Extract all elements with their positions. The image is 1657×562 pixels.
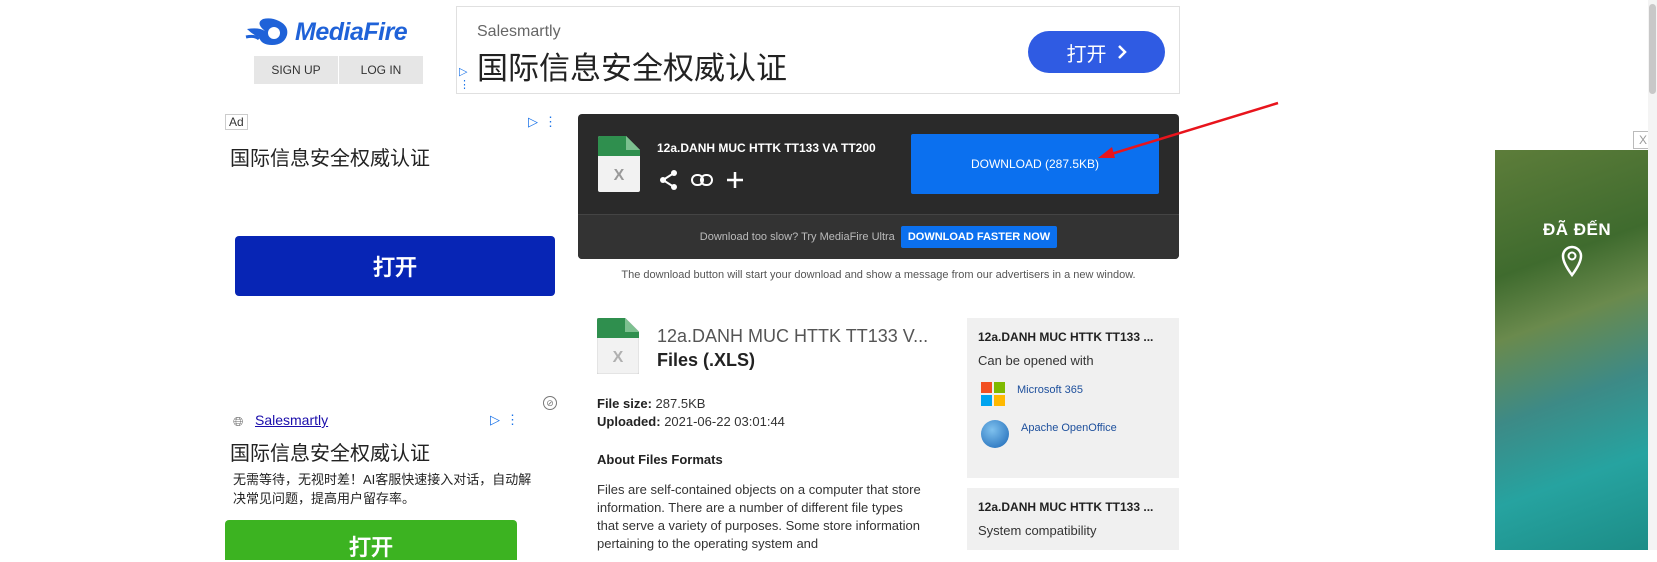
log-in-button[interactable]: LOG IN <box>339 56 423 84</box>
ad-body: 无需等待，无视时差！AI客服快速接入对话，自动解决常见问题，提高用户留存率。 <box>233 472 532 506</box>
open-with-panel: 12a.DANH MUC HTTK TT133 ... Can be opene… <box>967 318 1179 478</box>
sign-up-button[interactable]: SIGN UP <box>254 56 338 84</box>
top-banner-ad[interactable]: Salesmartly 国际信息安全权威认证 打开 ▷ ⋮ <box>456 6 1180 94</box>
uploaded-label: Uploaded: <box>597 414 661 429</box>
left-sidebar-ad: Ad ▷⋮ 国际信息安全权威认证 打开 ⊘ 🌐︎ Salesmartly ▷⋮ … <box>225 112 563 560</box>
uploaded-row: Uploaded: 2021-06-22 03:01:44 <box>597 414 785 429</box>
panel-subtitle: System compatibility <box>978 523 1097 538</box>
download-note: The download button will start your down… <box>621 269 1136 281</box>
chevron-right-icon <box>1117 45 1127 59</box>
link-icon[interactable] <box>691 169 713 191</box>
ad-open-button[interactable]: 打开 <box>235 236 555 296</box>
globe-icon: 🌐︎ <box>233 414 244 429</box>
adchoices-icon[interactable]: ▷⋮ <box>490 412 525 428</box>
mediafire-logo[interactable]: MediaFire <box>245 14 425 50</box>
ad-headline: 国际信息安全权威认证 <box>230 443 430 465</box>
download-card: X 12a.DANH MUC HTTK TT133 VA TT200 DOWNL… <box>578 114 1179 259</box>
right-sidebar-ad[interactable]: ĐÃ ĐẾN <box>1495 150 1657 550</box>
share-icon[interactable] <box>658 169 680 191</box>
slow-download-text: Download too slow? Try MediaFire Ultra <box>699 231 895 243</box>
about-heading: About Files Formats <box>597 452 723 467</box>
details-file-type: Files (.XLS) <box>657 350 756 370</box>
ad-open-button[interactable]: 打开 <box>1028 31 1165 73</box>
file-details: X 12a.DANH MUC HTTK TT133 V... Files (.X… <box>597 318 929 551</box>
microsoft-365-icon <box>981 382 1005 406</box>
xls-file-icon: X <box>598 136 640 192</box>
mediafire-flame-icon <box>245 18 288 45</box>
ad-headline: 国际信息安全权威认证 <box>230 148 430 170</box>
app-apache-openoffice[interactable]: Apache OpenOffice <box>981 420 1117 448</box>
adchoices-icon[interactable]: ▷⋮ <box>459 65 470 91</box>
file-name: 12a.DANH MUC HTTK TT133 VA TT200 <box>657 141 876 155</box>
file-size-value: 287.5KB <box>655 396 706 411</box>
app-label: Microsoft 365 <box>1017 384 1084 396</box>
annotation-arrow <box>1098 101 1279 158</box>
openoffice-icon <box>981 420 1009 448</box>
add-icon[interactable] <box>724 169 746 191</box>
download-faster-bar: Download too slow? Try MediaFire Ultra D… <box>578 214 1179 259</box>
adchoices-icon[interactable]: ▷⋮ <box>528 114 563 130</box>
file-size-label: File size: <box>597 396 652 411</box>
file-size-row: File size: 287.5KB <box>597 396 705 411</box>
uploaded-value: 2021-06-22 03:01:44 <box>664 414 785 429</box>
panel-title: 12a.DANH MUC HTTK TT133 ... <box>978 330 1154 344</box>
download-faster-button[interactable]: DOWNLOAD FASTER NOW <box>900 226 1058 248</box>
logo-text: MediaFire <box>295 17 408 46</box>
xls-file-icon: X <box>597 318 639 374</box>
ad-text: ĐÃ ĐẾN <box>1543 220 1612 239</box>
system-compatibility-panel: 12a.DANH MUC HTTK TT133 ... System compa… <box>967 488 1179 550</box>
ad-brand: Salesmartly <box>477 23 561 40</box>
scrollbar-thumb[interactable] <box>1649 4 1656 94</box>
panel-subtitle: Can be opened with <box>978 353 1094 368</box>
location-pin-icon <box>1561 245 1583 277</box>
ad-headline: 国际信息安全权威认证 <box>477 51 787 86</box>
ad-brand-link[interactable]: Salesmartly <box>255 412 328 428</box>
page-scrollbar[interactable] <box>1648 0 1657 550</box>
svg-text:X: X <box>614 167 625 184</box>
ad-tag: Ad <box>225 114 248 130</box>
ad-open-button[interactable]: 打开 <box>225 520 517 560</box>
app-label: Apache OpenOffice <box>1021 422 1117 434</box>
details-file-name: 12a.DANH MUC HTTK TT133 V... <box>657 326 929 346</box>
panel-title: 12a.DANH MUC HTTK TT133 ... <box>978 500 1154 514</box>
app-microsoft-365[interactable]: Microsoft 365 <box>981 382 1083 406</box>
ad-open-label: 打开 <box>1066 43 1107 66</box>
about-text: Files are self-contained objects on a co… <box>597 482 921 551</box>
svg-text:X: X <box>613 349 624 366</box>
ad-close-icon[interactable]: ⊘ <box>543 396 557 410</box>
